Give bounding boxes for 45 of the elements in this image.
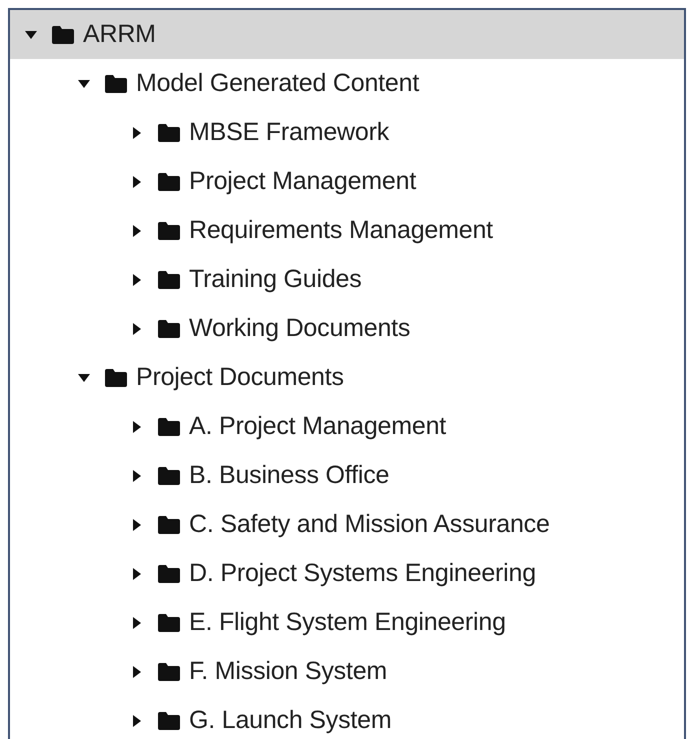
folder-label: A. Project Management <box>189 412 446 441</box>
folder-icon <box>158 712 180 730</box>
folder-icon <box>158 320 180 338</box>
folder-icon <box>158 466 180 484</box>
folder-label: G. Launch System <box>189 706 392 735</box>
tree-row[interactable]: Project Documents <box>10 353 684 402</box>
folder-label: Requirements Management <box>189 216 493 245</box>
folder-icon <box>158 564 180 582</box>
tree-row[interactable]: ARRM <box>10 10 684 59</box>
folder-icon <box>105 74 127 92</box>
tree-row[interactable]: Requirements Management <box>10 206 684 255</box>
folder-icon <box>158 124 180 142</box>
folder-label: Training Guides <box>189 265 362 294</box>
folder-label: Project Management <box>189 167 416 196</box>
tree-row[interactable]: Training Guides <box>10 255 684 304</box>
tree-row[interactable]: MBSE Framework <box>10 108 684 157</box>
folder-label: Working Documents <box>189 314 410 343</box>
folder-icon <box>158 662 180 680</box>
folder-icon <box>158 172 180 190</box>
folder-label: F. Mission System <box>189 657 388 686</box>
folder-label: MBSE Framework <box>189 118 390 147</box>
folder-icon <box>158 614 180 632</box>
tree-row[interactable]: F. Mission System <box>10 647 684 696</box>
folder-label: E. Flight System Engineering <box>189 608 506 637</box>
folder-label: Model Generated Content <box>136 69 420 98</box>
tree-row[interactable]: Project Management <box>10 157 684 206</box>
folder-label: Project Documents <box>136 363 344 392</box>
tree-row[interactable]: Working Documents <box>10 304 684 353</box>
folder-icon <box>158 270 180 288</box>
folder-icon <box>158 222 180 240</box>
folder-icon <box>105 368 127 386</box>
tree-row[interactable]: B. Business Office <box>10 451 684 500</box>
tree-row[interactable]: E. Flight System Engineering <box>10 598 684 647</box>
tree-row[interactable]: C. Safety and Mission Assurance <box>10 500 684 549</box>
folder-label: C. Safety and Mission Assurance <box>189 510 550 539</box>
tree-row[interactable]: G. Launch System <box>10 696 684 739</box>
folder-label: D. Project Systems Engineering <box>189 559 536 588</box>
tree-row[interactable]: D. Project Systems Engineering <box>10 549 684 598</box>
folder-label: ARRM <box>83 20 156 49</box>
tree-row[interactable]: Model Generated Content <box>10 59 684 108</box>
folder-label: B. Business Office <box>189 461 390 490</box>
tree-row[interactable]: A. Project Management <box>10 402 684 451</box>
folder-icon <box>158 516 180 534</box>
folder-icon <box>158 418 180 436</box>
folder-icon <box>52 26 74 44</box>
